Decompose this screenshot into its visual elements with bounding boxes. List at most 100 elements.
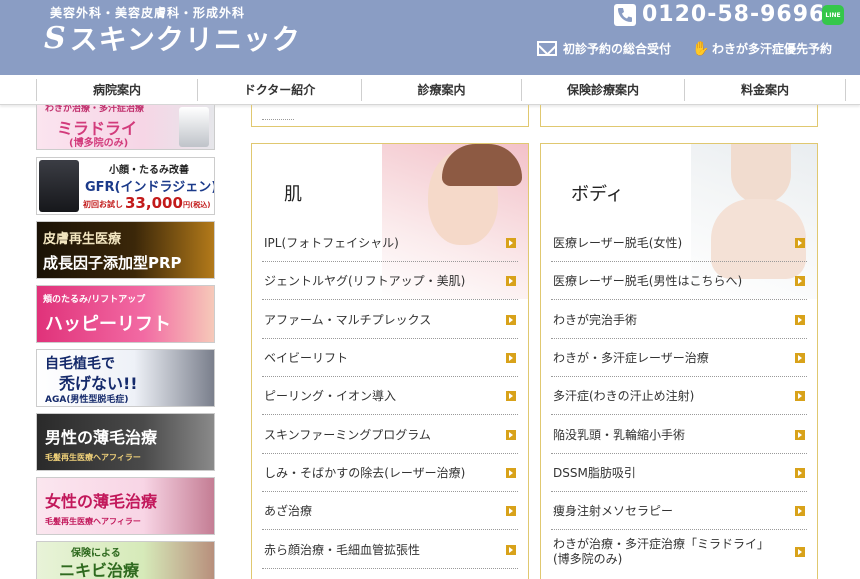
panel-skin-title: 肌 [284, 184, 302, 205]
body-item-label: 痩身注射メソセラピー [553, 504, 674, 518]
phone-link[interactable]: 0120-58-9696 [614, 2, 825, 27]
body-item-label: DSSM脂肪吸引 [553, 466, 636, 480]
arrow-right-icon [795, 391, 805, 401]
nav-item-treatment[interactable]: 診療案内 [362, 75, 521, 105]
body-item-label: わきが完治手術 [553, 313, 638, 327]
logo-mark: S [44, 20, 66, 56]
banner-aga[interactable]: 自毛植毛で 禿げない!! AGA(男性型脱毛症) [36, 349, 215, 407]
body-item[interactable]: 医療レーザー脱毛(男性はこちらへ) [551, 262, 807, 300]
banner-acne-title: ニキビ治療 [59, 561, 140, 579]
body-item-label-line2: (博多院のみ) [553, 552, 623, 566]
banner-men-hair-title: 男性の薄毛治療 [45, 428, 158, 447]
phone-icon [614, 3, 636, 26]
arrow-right-icon [506, 276, 516, 286]
arrow-right-icon [795, 315, 805, 325]
nav-separator [845, 79, 846, 101]
site-logo[interactable]: S スキンクリニック [44, 18, 301, 58]
main-nav: 病院案内 ドクター紹介 診療案内 保険診療案内 料金案内 [0, 75, 860, 105]
nav-item-insurance[interactable]: 保険診療案内 [522, 75, 684, 105]
arrow-right-icon [506, 391, 516, 401]
hand-icon: ✋ [692, 40, 710, 57]
reserve-link[interactable]: 初診予約の総合受付 [537, 40, 671, 57]
line-icon[interactable]: LINE [822, 5, 844, 25]
skin-item-label: ベイビーリフト [264, 351, 349, 365]
body-item-label-line1: わきが治療・多汗症治療「ミラドライ」 [553, 537, 770, 551]
prev-section-skin-end [251, 105, 529, 127]
body-item[interactable]: 多汗症(わきの汗止め注射) [551, 377, 807, 415]
skin-item-label: IPL(フォトフェイシャル) [264, 236, 399, 250]
arrow-right-icon [795, 468, 805, 478]
body-item[interactable]: 医療レーザー脱毛(女性) [551, 224, 807, 262]
banner-happylift-kicker: 頬のたるみ/リフトアップ [43, 295, 146, 305]
nav-item-price[interactable]: 料金案内 [685, 75, 845, 105]
skin-item[interactable]: しみ・そばかすの除去(レーザー治療) [262, 454, 518, 492]
banner-happylift[interactable]: 頬のたるみ/リフトアップ ハッピーリフト [36, 285, 215, 343]
arrow-right-icon [506, 353, 516, 363]
prev-section-body-end [540, 105, 818, 127]
body-item-label: 医療レーザー脱毛(男性はこちらへ) [553, 274, 743, 288]
arrow-right-icon [795, 353, 805, 363]
body-item[interactable]: わきが・多汗症レーザー治療 [551, 339, 807, 377]
skin-item-label: 赤ら顔治療・毛細血管拡張性 [264, 543, 421, 557]
banner-miradry-kicker: わきが治療・多汗症治療 [45, 105, 145, 114]
mail-icon [537, 41, 557, 56]
arrow-right-icon [795, 238, 805, 248]
body-item-label: 陥没乳頭・乳輪縮小手術 [553, 428, 686, 442]
banner-miradry-sub: (博多院のみ) [69, 138, 129, 149]
panel-body-title: ボディ [571, 184, 624, 205]
banner-gfr-price: 33,000 [125, 194, 183, 212]
skin-item[interactable]: ベイビーリフト [262, 339, 518, 377]
banner-prp-title: 皮膚再生医療 [43, 232, 122, 247]
banner-miradry[interactable]: わきが治療・多汗症治療 ミラドライ (博多院のみ) [36, 105, 215, 150]
body-item-miradry[interactable]: わきが治療・多汗症治療「ミラドライ」 (博多院のみ) [551, 531, 807, 579]
banner-women-hair-title: 女性の薄毛治療 [45, 492, 158, 511]
banner-gfr-title: GFR(インドラジェン) [85, 180, 215, 195]
arrow-right-icon [795, 547, 805, 557]
waki-label: わきが多汗症優先予約 [712, 42, 833, 56]
body-item[interactable]: 陥没乳頭・乳輪縮小手術 [551, 416, 807, 454]
banner-prp[interactable]: 皮膚再生医療 成長因子添加型PRP [36, 221, 215, 279]
nav-item-hospital[interactable]: 病院案内 [37, 75, 197, 105]
banner-aga-title2: 禿げない!! [59, 374, 138, 393]
banner-women-hair[interactable]: 女性の薄毛治療 毛髪再生医療ヘアフィラー [36, 477, 215, 535]
skin-item-label: しみ・そばかすの除去(レーザー治療) [264, 466, 466, 480]
banner-men-hair[interactable]: 男性の薄毛治療 毛髪再生医療ヘアフィラー [36, 413, 215, 471]
skin-item[interactable]: スキンファーミングプログラム [262, 416, 518, 454]
banner-gfr[interactable]: 小顔・たるみ改善 GFR(インドラジェン) 初回お試し 33,000 円(税込) [36, 157, 215, 215]
gfr-device-image [39, 160, 79, 212]
skin-item[interactable]: IPL(フォトフェイシャル) [262, 224, 518, 262]
banner-gfr-kicker: 小顔・たるみ改善 [109, 165, 189, 176]
body-item-label: わきが・多汗症レーザー治療 [553, 351, 709, 365]
banner-acne[interactable]: 保険による ニキビ治療 [36, 541, 215, 579]
skin-item[interactable]: あざ治療 [262, 492, 518, 530]
panel-body: ボディ 医療レーザー脱毛(女性) 医療レーザー脱毛(男性はこちらへ) わきが完治… [540, 143, 818, 579]
waki-priority-link[interactable]: ✋ わきが多汗症優先予約 [692, 40, 832, 57]
skin-item[interactable]: ピーリング・イオン導入 [262, 377, 518, 415]
body-item-label: 医療レーザー脱毛(女性) [553, 236, 683, 250]
arrow-right-icon [506, 506, 516, 516]
arrow-right-icon [506, 468, 516, 478]
skin-item-label: スキンファーミングプログラム [264, 428, 431, 442]
arrow-right-icon [506, 545, 516, 555]
panel-skin: 肌 IPL(フォトフェイシャル) ジェントルヤグ(リフトアップ・美肌) アファー… [251, 143, 529, 579]
body-item[interactable]: 痩身注射メソセラピー [551, 492, 807, 530]
site-header: 美容外科・美容皮膚科・形成外科 S スキンクリニック 0120-58-9696 … [0, 0, 860, 75]
logo-text: スキンクリニック [69, 23, 301, 56]
arrow-right-icon [795, 430, 805, 440]
banner-gfr-unit: 円(税込) [183, 201, 211, 209]
banner-gfr-price-label: 初回お試し [83, 200, 123, 209]
arrow-right-icon [506, 315, 516, 325]
nav-item-doctor[interactable]: ドクター紹介 [198, 75, 361, 105]
skin-item[interactable]: 赤ら顔治療・毛細血管拡張性 [262, 531, 518, 569]
arrow-right-icon [506, 430, 516, 440]
skin-item[interactable]: アファーム・マルチプレックス [262, 301, 518, 339]
body-item-label: わきが治療・多汗症治療「ミラドライ」 (博多院のみ) [553, 537, 769, 567]
skin-item-label: ジェントルヤグ(リフトアップ・美肌) [264, 274, 466, 288]
hair-shape [442, 144, 522, 186]
body-item[interactable]: わきが完治手術 [551, 301, 807, 339]
skin-item[interactable]: ジェントルヤグ(リフトアップ・美肌) [262, 262, 518, 300]
banner-aga-sub: AGA(男性型脱毛症) [45, 395, 129, 405]
banner-prp-sub: 成長因子添加型PRP [43, 254, 182, 272]
skin-item-label: あざ治療 [264, 504, 313, 518]
body-item[interactable]: DSSM脂肪吸引 [551, 454, 807, 492]
